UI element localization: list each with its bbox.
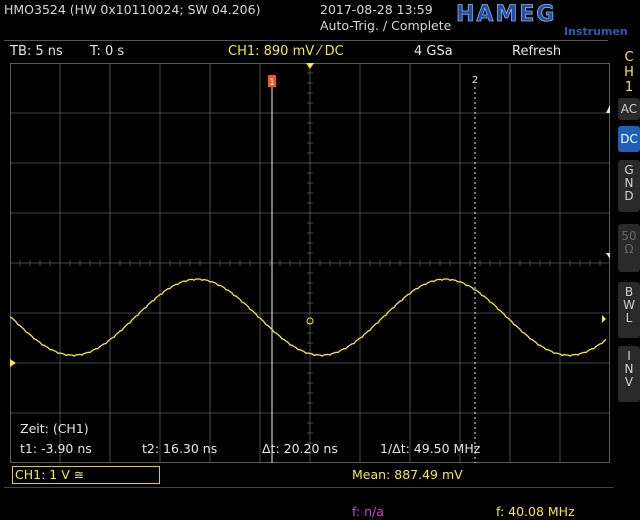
cursor1-time: t1: -3.90 ns [20, 441, 92, 456]
coupling-sidebar: AC DC G N D 50 Ω B W L I N V [618, 40, 640, 480]
delta-time: Δt: 20.20 ns [262, 441, 338, 456]
acquisition-mode-readout[interactable]: Refresh [512, 44, 561, 59]
trigger-level-marker [602, 315, 606, 323]
waveform-display[interactable]: 1 2 1 [10, 63, 610, 463]
inverse-delta-frequency: 1/Δt: 49.50 MHz [380, 441, 481, 456]
instrument-model: HMO3524 (HW 0x10110024; SW 04.206) [4, 2, 261, 17]
mid-arrow-icon [606, 253, 610, 259]
timestamp: 2017-08-28 13:59 [320, 2, 433, 17]
ch1-scale-box[interactable]: CH1: 1 V ≅ [12, 466, 160, 484]
ch1-waveform-trace [10, 278, 607, 357]
cursor2-label: 2 [472, 75, 478, 86]
cursor2-time: t2: 16.30 ns [142, 441, 218, 456]
channel1-trigger-readout[interactable]: CH1: 890 mV ⁄ DC [228, 44, 344, 59]
measurement-panel: Zeit: (CH1) t1: -3.90 ns t2: 16.30 ns Δt… [10, 415, 480, 463]
mean-measurement: Mean: 887.49 mV [352, 467, 463, 482]
graticule [10, 63, 610, 463]
ac-coupling-button[interactable]: AC [618, 98, 640, 120]
frequency-na: f: n/a [352, 504, 384, 519]
cursor-2[interactable]: 2 [472, 75, 478, 463]
sample-rate-readout: 4 GSa [414, 44, 453, 59]
frequency-measurement: f: 40.08 MHz [496, 504, 575, 519]
bandwidth-limit-button[interactable]: B W L [618, 282, 640, 338]
invert-button[interactable]: I N V [618, 346, 640, 402]
trigger-status: Auto-Trig. / Complete [320, 18, 452, 33]
trigger-time-readout[interactable]: T: 0 s [90, 44, 124, 59]
gnd-coupling-button[interactable]: G N D [618, 160, 640, 212]
cursor-1[interactable]: 1 [268, 75, 276, 463]
dc-coupling-button[interactable]: DC [618, 126, 640, 152]
measurement-title: Zeit: (CH1) [20, 421, 89, 436]
status-bar: TB: 5 ns T: 0 s CH1: 890 mV ⁄ DC 4 GSa R… [4, 40, 608, 63]
top-arrow-icon [606, 105, 610, 113]
50-ohm-button[interactable]: 50 Ω [618, 224, 640, 272]
timebase-readout[interactable]: TB: 5 ns [10, 44, 63, 59]
divider [4, 487, 614, 488]
brand-text: HAMEG [456, 2, 556, 27]
brand-subtext: Instruments [564, 25, 628, 37]
cursor1-label: 1 [269, 78, 275, 88]
trigger-position-marker [306, 63, 314, 69]
brand-logo: HAMEG Instruments [452, 1, 628, 37]
